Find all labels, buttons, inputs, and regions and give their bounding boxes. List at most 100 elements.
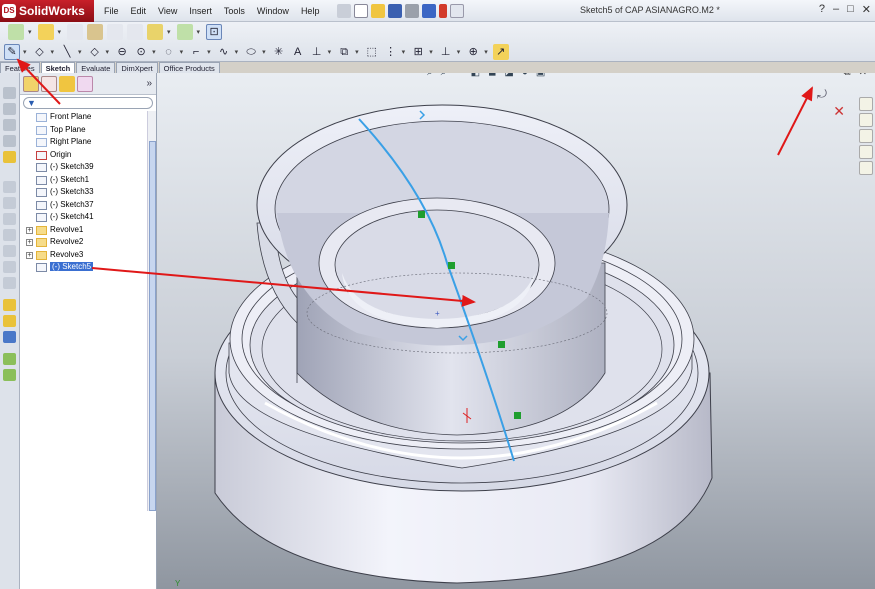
options-icon[interactable] <box>450 3 465 18</box>
edit-sketch-icon[interactable] <box>3 299 16 311</box>
relation-marker-icon[interactable] <box>514 412 521 419</box>
display-relations-icon[interactable]: ⊥ <box>438 44 454 60</box>
dimxpert-tab-icon[interactable] <box>77 75 93 92</box>
line-icon[interactable]: ╲ <box>59 44 75 60</box>
maximize-button[interactable]: □ <box>847 3 854 16</box>
feature-tree-filter[interactable]: ▼ <box>23 97 153 109</box>
mirror-icon[interactable]: ⊞ <box>410 44 426 60</box>
scrollbar-thumb[interactable] <box>149 141 156 511</box>
display-style-icon[interactable]: ◪ <box>504 73 513 78</box>
feature-tree-item[interactable]: Origin <box>20 149 148 162</box>
feature-tree-item[interactable]: + Revolve1 <box>20 224 148 237</box>
appearances-icon[interactable] <box>859 161 873 175</box>
tab-sketch[interactable]: Sketch <box>40 62 76 73</box>
point-tool-icon[interactable] <box>3 135 16 147</box>
circle-icon[interactable]: ⊙ <box>133 44 149 60</box>
assembly-icon[interactable] <box>37 24 54 40</box>
copy-icon[interactable] <box>67 24 84 40</box>
chevron-down-icon[interactable]: ▾ <box>28 28 32 36</box>
tab-dimxpert[interactable]: DimXpert <box>116 62 158 73</box>
open-folder-icon[interactable] <box>371 3 386 18</box>
section-view-icon[interactable]: ◧ <box>471 73 480 78</box>
rectangle-icon[interactable]: ◇ <box>87 44 103 60</box>
print-icon[interactable] <box>405 3 420 18</box>
feature-tree-item[interactable]: (-) Sketch5 <box>20 261 148 274</box>
delete-icon[interactable] <box>127 24 144 40</box>
tab-office-products[interactable]: Office Products <box>158 62 220 73</box>
sketch-tool-icon[interactable] <box>3 87 16 99</box>
feature-tree-tab-icon[interactable] <box>23 75 39 92</box>
linear-pattern-icon[interactable]: ⋮ <box>383 44 399 60</box>
ellipse-icon[interactable]: ⬭ <box>243 44 259 60</box>
slot-icon[interactable]: ⊖ <box>114 44 130 60</box>
add-relation-icon[interactable] <box>3 315 16 327</box>
chevron-down-icon[interactable]: ▾ <box>180 48 184 56</box>
chevron-down-icon[interactable]: ▾ <box>58 28 62 36</box>
smart-dim-icon[interactable]: ◇ <box>32 44 48 60</box>
viewport-close-button[interactable]: ✕ <box>859 73 867 78</box>
chevron-down-icon[interactable]: ▾ <box>355 48 359 56</box>
property-manager-tab-icon[interactable] <box>41 75 57 92</box>
menu-file[interactable]: File <box>98 6 125 16</box>
line-tool-icon[interactable] <box>3 103 16 115</box>
chevron-down-icon[interactable]: ▾ <box>457 48 461 56</box>
box-icon[interactable] <box>3 197 16 209</box>
chevron-down-icon[interactable]: ▾ <box>106 48 110 56</box>
box-icon[interactable] <box>3 245 16 257</box>
box-icon[interactable] <box>3 213 16 225</box>
expand-icon[interactable]: + <box>26 239 33 246</box>
file-explorer-icon[interactable] <box>859 129 873 143</box>
feature-tree-item[interactable]: (-) Sketch33 <box>20 186 148 199</box>
relation-icon[interactable] <box>3 331 16 343</box>
pushpin-icon[interactable] <box>337 3 352 18</box>
sketch-icon[interactable]: ✎ <box>4 44 20 60</box>
move-entities-icon[interactable] <box>3 353 16 365</box>
box-icon[interactable] <box>3 229 16 241</box>
feature-tree-item[interactable]: (-) Sketch37 <box>20 199 148 212</box>
copy-entities-icon[interactable] <box>3 369 16 381</box>
more-tabs-button[interactable]: » <box>146 78 152 89</box>
feature-tree-item[interactable]: (-) Sketch41 <box>20 211 148 224</box>
menu-tools[interactable]: Tools <box>218 6 251 16</box>
rapid-sketch-icon[interactable]: ⊡ <box>206 24 223 40</box>
chevron-down-icon[interactable]: ▾ <box>402 48 406 56</box>
feature-tree-item[interactable]: + Revolve3 <box>20 249 148 262</box>
relation-marker-icon[interactable] <box>448 262 455 269</box>
zoom-area-icon[interactable]: ⌕ <box>441 73 447 78</box>
quick-snaps-icon[interactable]: ↗ <box>492 44 509 60</box>
appearance-icon[interactable]: ● <box>522 73 528 78</box>
chevron-down-icon[interactable]: ▾ <box>484 48 488 56</box>
fillet-icon[interactable]: ⌐ <box>188 44 204 60</box>
chevron-down-icon[interactable]: ▾ <box>328 48 332 56</box>
convert-entities-icon[interactable]: ⧉ <box>336 44 352 60</box>
feature-tree-item[interactable]: + Revolve2 <box>20 236 148 249</box>
chevron-down-icon[interactable]: ▾ <box>152 48 156 56</box>
viewport-restore-button[interactable]: ⧉ <box>843 73 850 78</box>
feature-tree-scrollbar[interactable] <box>147 111 156 511</box>
repair-sketch-icon[interactable]: ⊕ <box>465 44 481 60</box>
scene-icon[interactable]: ▣ <box>536 73 545 78</box>
feature-tree-item[interactable]: Front Plane <box>20 111 148 124</box>
relation-marker-icon[interactable] <box>418 211 425 218</box>
design-library-icon[interactable] <box>859 113 873 127</box>
menu-view[interactable]: View <box>152 6 183 16</box>
box-icon[interactable] <box>3 181 16 193</box>
paste-icon[interactable] <box>87 24 104 40</box>
offset-icon[interactable]: ⬚ <box>364 44 380 60</box>
chevron-down-icon[interactable]: ▾ <box>51 48 55 56</box>
chevron-down-icon[interactable]: ▾ <box>197 28 201 36</box>
smart-dimension-icon[interactable] <box>147 24 164 40</box>
save-icon[interactable] <box>388 3 403 18</box>
chevron-down-icon[interactable]: ▾ <box>262 48 266 56</box>
menu-insert[interactable]: Insert <box>183 6 218 16</box>
cut-icon[interactable] <box>107 24 124 40</box>
spline-icon[interactable]: ∿ <box>216 44 232 60</box>
configuration-tab-icon[interactable] <box>59 75 75 92</box>
arc-icon[interactable]: ◌ <box>161 44 177 60</box>
rebuild-icon[interactable] <box>439 3 448 18</box>
trim-icon[interactable]: ⊥ <box>309 44 325 60</box>
new-part-icon[interactable] <box>8 24 24 40</box>
chevron-down-icon[interactable]: ▾ <box>78 48 82 56</box>
chevron-down-icon[interactable]: ▾ <box>207 48 211 56</box>
undo-icon[interactable] <box>422 3 437 18</box>
